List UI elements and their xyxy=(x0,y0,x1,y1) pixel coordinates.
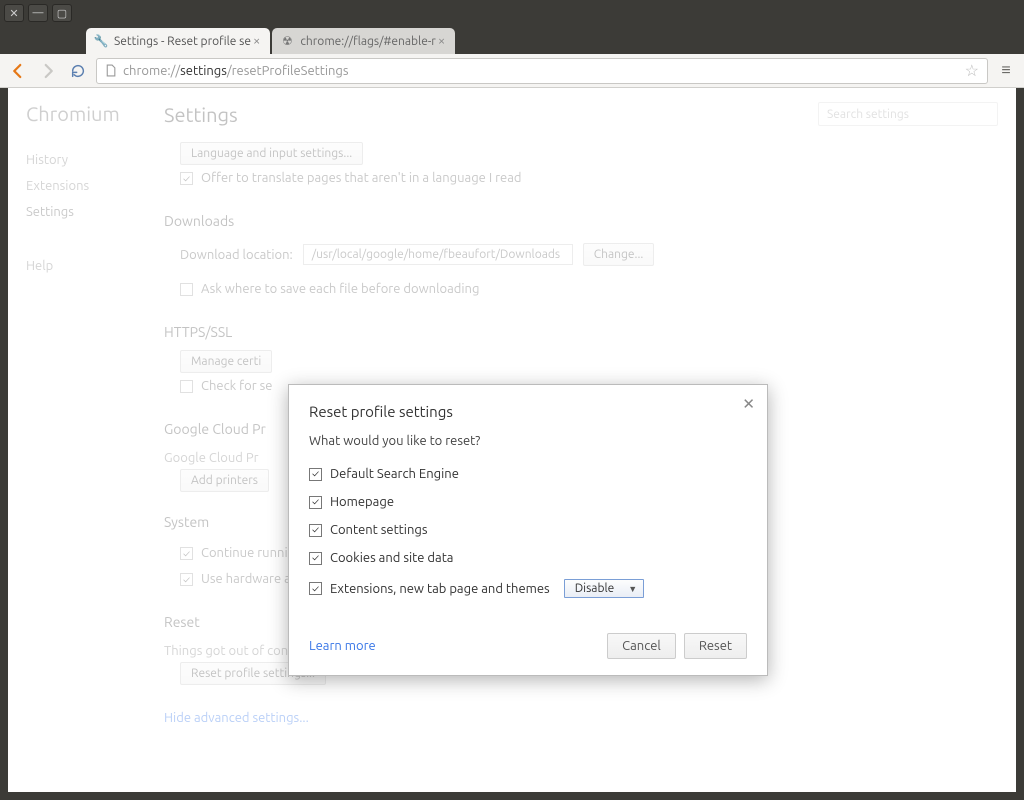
checkbox-default-search[interactable] xyxy=(309,468,322,481)
forward-button[interactable] xyxy=(36,59,60,83)
window-maximize-button[interactable]: ▢ xyxy=(52,4,72,22)
extensions-action-select[interactable]: Disable ▼ xyxy=(564,579,644,598)
tab-title: chrome://flags/#enable-r xyxy=(300,35,436,48)
reset-profile-dialog: ✕ Reset profile settings What would you … xyxy=(288,384,768,676)
dialog-subtitle: What would you like to reset? xyxy=(309,434,747,448)
select-value: Disable xyxy=(575,582,615,595)
back-button[interactable] xyxy=(6,59,30,83)
tab-title: Settings - Reset profile se xyxy=(114,35,251,48)
tab-strip: 🔧 Settings - Reset profile se × ☢ chrome… xyxy=(0,26,1024,54)
opt-default-search: Default Search Engine xyxy=(330,467,459,481)
tab-settings[interactable]: 🔧 Settings - Reset profile se × xyxy=(86,28,270,54)
omnibox[interactable]: chrome://settings/resetProfileSettings ☆ xyxy=(96,58,988,84)
learn-more-link[interactable]: Learn more xyxy=(309,639,376,653)
window-close-button[interactable]: ✕ xyxy=(4,4,24,22)
bookmark-star-icon[interactable]: ☆ xyxy=(963,61,981,80)
dialog-title: Reset profile settings xyxy=(309,403,747,420)
opt-homepage: Homepage xyxy=(330,495,394,509)
url-host: settings xyxy=(180,64,227,78)
reload-button[interactable] xyxy=(66,59,90,83)
tab-flags[interactable]: ☢ chrome://flags/#enable-r × xyxy=(272,28,455,54)
window-minimize-button[interactable]: — xyxy=(28,4,48,22)
reset-button[interactable]: Reset xyxy=(684,633,747,659)
radiation-icon: ☢ xyxy=(280,34,294,48)
os-titlebar: ✕ — ▢ xyxy=(0,0,1024,26)
url-scheme: chrome:// xyxy=(123,64,180,78)
checkbox-cookies[interactable] xyxy=(309,552,322,565)
close-icon[interactable]: × xyxy=(436,34,447,48)
hamburger-menu-button[interactable]: ≡ xyxy=(994,59,1018,83)
dialog-close-button[interactable]: ✕ xyxy=(742,395,755,413)
opt-cookies: Cookies and site data xyxy=(330,551,453,565)
checkbox-content-settings[interactable] xyxy=(309,524,322,537)
content-area: Chromium History Extensions Settings Hel… xyxy=(8,88,1016,792)
browser-toolbar: chrome://settings/resetProfileSettings ☆… xyxy=(0,54,1024,88)
opt-content-settings: Content settings xyxy=(330,523,428,537)
cancel-button[interactable]: Cancel xyxy=(607,633,676,659)
close-icon[interactable]: × xyxy=(251,34,262,48)
wrench-icon: 🔧 xyxy=(94,34,108,48)
chevron-down-icon: ▼ xyxy=(628,584,637,594)
page-icon xyxy=(103,64,117,78)
opt-extensions: Extensions, new tab page and themes xyxy=(330,582,550,596)
checkbox-extensions[interactable] xyxy=(309,582,322,595)
url-path: /resetProfileSettings xyxy=(227,64,349,78)
checkbox-homepage[interactable] xyxy=(309,496,322,509)
